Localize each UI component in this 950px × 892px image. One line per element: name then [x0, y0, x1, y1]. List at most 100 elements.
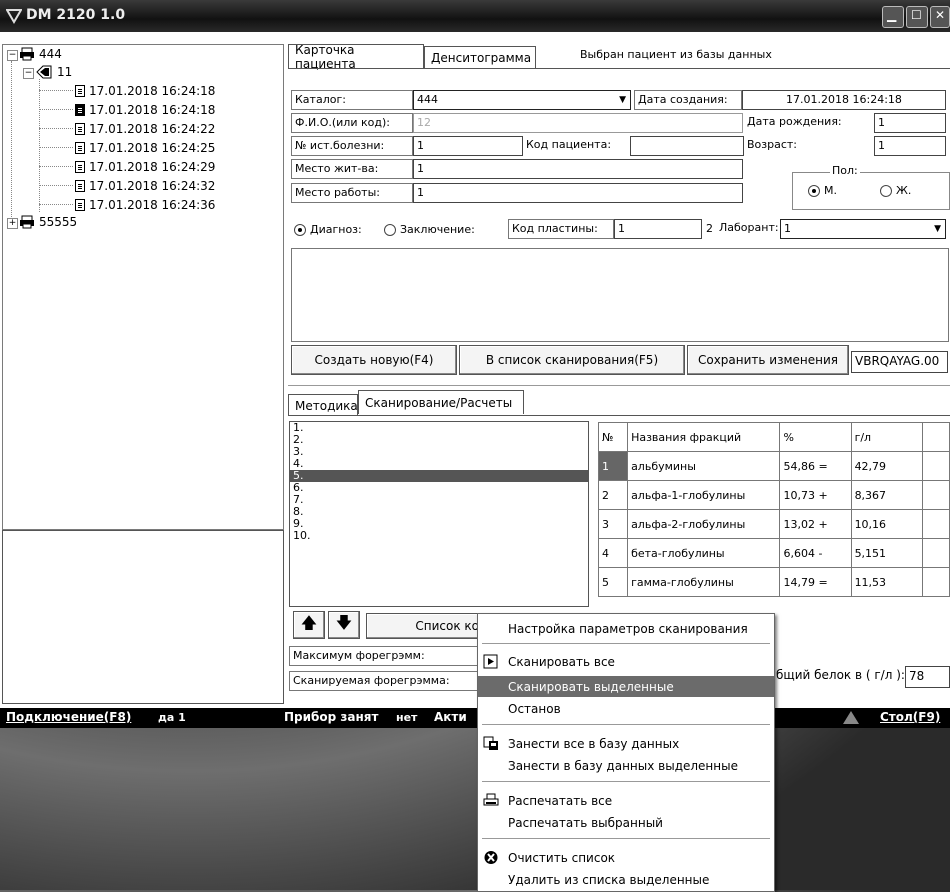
table-row[interactable]: 3 альфа-2-глобулины 13,02 +10,16 [597, 509, 950, 539]
main-window: − 444 − 11 17.01.2018 16:24:18 17.01.201… [0, 32, 950, 708]
menu-print-all[interactable]: Распечатать все [478, 790, 774, 811]
birth-input[interactable]: 1 [874, 113, 946, 133]
status-message: Выбран пациент из базы данных [580, 48, 772, 61]
arrow-down-icon: 🡇 [335, 612, 353, 632]
document-icon [75, 104, 85, 116]
menu-clear-list[interactable]: Очистить список [478, 847, 774, 868]
save-changes-button[interactable]: Сохранить изменения [687, 345, 849, 375]
move-up-button[interactable]: 🡅 [293, 611, 325, 639]
menu-scan-selected[interactable]: Сканировать выделенные [478, 676, 774, 697]
maximize-icon: ☐ [911, 8, 922, 22]
tree-record[interactable]: 17.01.2018 16:24:18 [75, 103, 215, 117]
menu-stop[interactable]: Останов [478, 698, 774, 719]
close-button[interactable]: ✕ [930, 6, 950, 28]
table-link[interactable]: Стол(F9) [880, 710, 940, 724]
menu-remove-selected[interactable]: Удалить из списка выделенные [478, 869, 774, 890]
tab-scan-calc[interactable]: Сканирование/Расчеты [358, 390, 524, 414]
table-row[interactable]: 2 альфа-1-глобулины 10,73 +8,367 [597, 480, 950, 510]
tree-record[interactable]: 17.01.2018 16:24:25 [75, 141, 215, 155]
conclusion-radio[interactable]: Заключение: [384, 223, 475, 236]
age-input[interactable]: 1 [874, 136, 946, 156]
catalog-label: Каталог: [291, 90, 413, 110]
current-foregram-label: Сканируемая форегрэмма: [289, 671, 489, 691]
expander-444[interactable]: − [7, 50, 18, 61]
scan-list-item[interactable]: 2. [290, 434, 588, 446]
scan-list-item[interactable]: 8. [290, 506, 588, 518]
scan-list-item[interactable]: 5. [290, 470, 588, 482]
scan-list-item[interactable]: 3. [290, 446, 588, 458]
scan-list-button[interactable]: Список ко [366, 613, 486, 639]
age-label: Возраст: [744, 136, 874, 156]
protein-label: бщий белок в ( г/л ): [773, 666, 905, 686]
tab-method[interactable]: Методика [288, 394, 358, 416]
table-cell: 14,79 = [779, 567, 852, 597]
window-title: DM 2120 1.0 [26, 7, 126, 23]
tree-record[interactable]: 17.01.2018 16:24:18 [75, 84, 215, 98]
tree-node-11[interactable]: 11 [35, 65, 72, 79]
tab-densitogram[interactable]: Денситограмма [424, 46, 536, 68]
expander-11[interactable]: − [23, 68, 34, 79]
menu-scan-settings[interactable]: Настройка параметров сканирования [478, 618, 774, 639]
catalog-select[interactable]: 444 ▼ [413, 90, 631, 110]
tree-node-444[interactable]: 444 [19, 47, 62, 61]
sex-radio-m[interactable]: М. [808, 184, 837, 197]
scan-list-item[interactable]: 6. [290, 482, 588, 494]
table-row[interactable]: 1 альбумины 54,86 = 42,79 [597, 451, 950, 481]
table-cell: 3 [597, 509, 629, 539]
clear-icon [484, 851, 498, 864]
table-header-cell: Названия фракций [627, 422, 781, 452]
document-icon [75, 123, 85, 135]
scan-list[interactable]: 1. 2. 3. 4. 5. 6. 7. 8. 9. 10. [289, 421, 589, 607]
tree-node-55555[interactable]: 55555 [19, 215, 77, 229]
add-to-scan-button[interactable]: В список сканирования(F5) [459, 345, 685, 375]
residence-input[interactable]: 1 [413, 159, 743, 179]
connect-link[interactable]: Подключение(F8) [6, 710, 131, 724]
status-bar: Подключение(F8) да 1 Прибор занят нет Ак… [0, 708, 950, 728]
fio-input[interactable]: 12 [413, 113, 743, 133]
table-cell [921, 480, 950, 510]
menu-print-selected[interactable]: Распечатать выбранный [478, 812, 774, 833]
patient-code-label: Код пациента: [523, 136, 629, 156]
scan-list-item[interactable]: 10. [290, 530, 588, 542]
tree-record[interactable]: 17.01.2018 16:24:22 [75, 122, 215, 136]
diagnosis-radio[interactable]: Диагноз: [294, 223, 362, 236]
menu-scan-all[interactable]: Сканировать все [478, 651, 774, 672]
maximize-button[interactable]: ☐ [906, 6, 928, 28]
scan-list-item[interactable]: 9. [290, 518, 588, 530]
table-header-cell: % [779, 422, 852, 452]
scan-list-item[interactable]: 1. [290, 422, 588, 434]
expander-55555[interactable]: + [7, 218, 18, 229]
notes-textarea[interactable] [291, 248, 949, 342]
plate-input[interactable]: 1 [614, 219, 702, 239]
tree-record[interactable]: 17.01.2018 16:24:36 [75, 198, 215, 212]
tree-record[interactable]: 17.01.2018 16:24:29 [75, 160, 215, 174]
work-input[interactable]: 1 [413, 183, 743, 203]
tab-patient-card[interactable]: Карточка пациента [288, 43, 424, 71]
created-value: 17.01.2018 16:24:18 [742, 90, 946, 110]
minimize-icon: ▁ [887, 8, 897, 22]
document-icon [75, 161, 85, 173]
table-cell: альфа-2-глобулины [627, 509, 781, 539]
history-input[interactable]: 1 [413, 136, 523, 156]
menu-save-selected-db[interactable]: Занести в базу данных выделенные [478, 755, 774, 776]
active-label: Акти [434, 710, 467, 724]
table-row[interactable]: 4 бета-глобулины 6,604 -5,151 [597, 538, 950, 568]
menu-save-all-db[interactable]: Занести все в базу данных [478, 733, 774, 754]
table-cell: 4 [597, 538, 629, 568]
birth-label: Дата рождения: [744, 113, 874, 133]
play-icon [483, 654, 498, 669]
patient-code-input[interactable] [630, 136, 744, 156]
lab-select[interactable]: 1 ▼ [780, 219, 946, 239]
table-cell [921, 451, 950, 481]
sex-radio-f[interactable]: Ж. [880, 184, 911, 197]
protein-input[interactable]: 78 [905, 666, 950, 688]
create-new-button[interactable]: Создать новую(F4) [291, 345, 457, 375]
move-down-button[interactable]: 🡇 [328, 611, 360, 639]
table-row[interactable]: 5 гамма-глобулины 14,79 = 11,53 [597, 567, 950, 597]
scan-list-item[interactable]: 7. [290, 494, 588, 506]
scan-list-item[interactable]: 4. [290, 458, 588, 470]
tree-record[interactable]: 17.01.2018 16:24:32 [75, 179, 215, 193]
table-cell: альфа-1-глобулины [627, 480, 781, 510]
minimize-button[interactable]: ▁ [882, 6, 904, 28]
printer-icon [483, 793, 499, 806]
